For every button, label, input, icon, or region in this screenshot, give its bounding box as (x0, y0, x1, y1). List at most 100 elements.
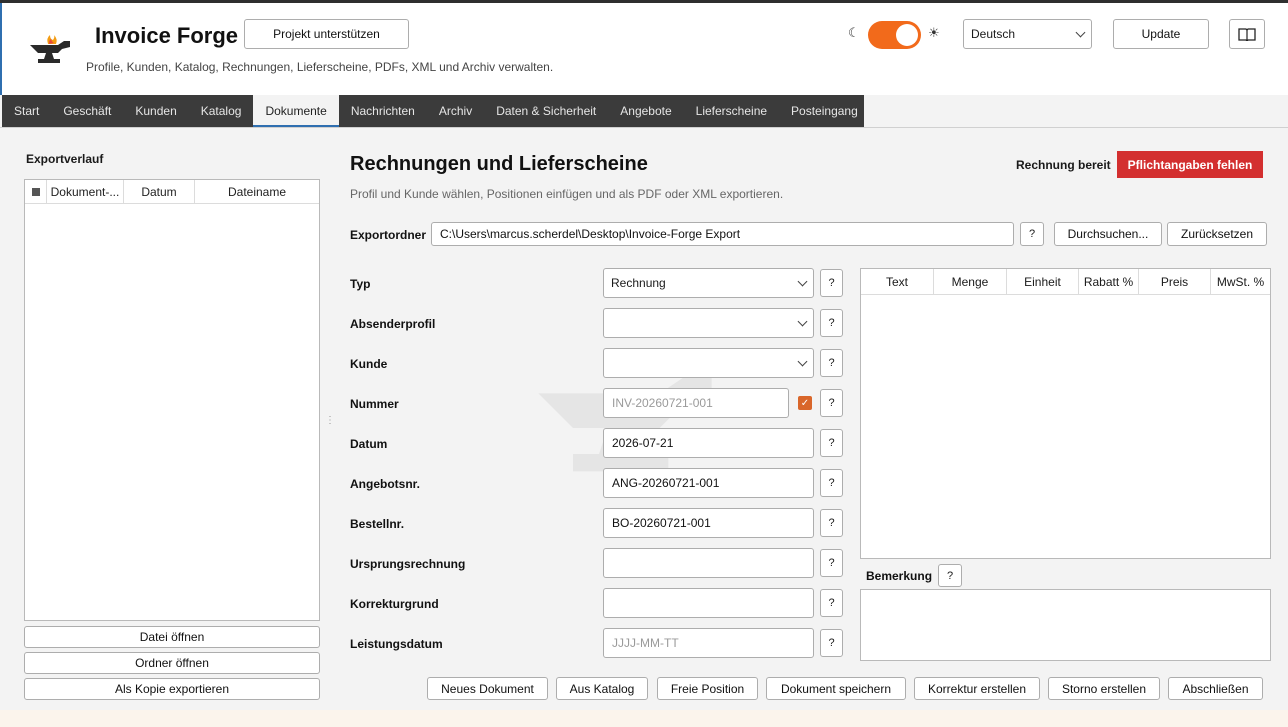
column-discount[interactable]: Rabatt % (1079, 269, 1139, 294)
sender-profile-label: Absenderprofil (350, 317, 436, 331)
order-number-field[interactable]: BO-20260721-001 (603, 508, 814, 538)
select-all-icon (31, 188, 40, 196)
theme-toggle[interactable] (868, 21, 921, 49)
customer-select[interactable] (603, 348, 814, 378)
tab-delivery-notes[interactable]: Lieferscheine (684, 95, 779, 127)
tab-customers[interactable]: Kunden (123, 95, 188, 127)
sender-profile-select[interactable] (603, 308, 814, 338)
language-select[interactable]: Deutsch (963, 19, 1092, 49)
create-correction-button[interactable]: Korrektur erstellen (914, 677, 1040, 700)
column-text[interactable]: Text (861, 269, 934, 294)
remark-label: Bemerkung (866, 569, 933, 583)
panel-splitter[interactable]: ⋮ (325, 416, 335, 426)
order-number-label: Bestellnr. (350, 517, 405, 531)
tab-archive[interactable]: Archiv (427, 95, 484, 127)
language-value: Deutsch (971, 27, 1016, 41)
column-vat[interactable]: MwSt. % (1211, 269, 1270, 294)
origin-invoice-label: Ursprungsrechnung (350, 557, 466, 571)
browse-button[interactable]: Durchsuchen... (1054, 222, 1162, 246)
tab-messages[interactable]: Nachrichten (339, 95, 427, 127)
save-document-button[interactable]: Dokument speichern (766, 677, 906, 700)
tab-documents[interactable]: Dokumente (253, 95, 340, 127)
select-all-column[interactable] (25, 180, 47, 204)
date-help-button[interactable]: ? (820, 429, 843, 457)
date-field[interactable]: 2026-07-21 (603, 428, 814, 458)
service-date-field[interactable]: JJJJ-MM-TT (603, 628, 814, 658)
app-header: Invoice Forge Profile, Kunden, Katalog, … (0, 3, 1288, 95)
export-folder-field[interactable]: C:\Users\marcus.scherdel\Desktop\Invoice… (431, 222, 1014, 246)
column-document[interactable]: Dokument-... (47, 180, 124, 204)
number-label: Nummer (350, 397, 399, 411)
free-position-button[interactable]: Freie Position (657, 677, 758, 700)
type-label: Typ (350, 277, 371, 291)
status-label: Rechnung bereit (1016, 158, 1111, 172)
type-help-button[interactable]: ? (820, 269, 843, 297)
export-folder-help-button[interactable]: ? (1020, 222, 1044, 246)
status-badge: Pflichtangaben fehlen (1117, 151, 1263, 178)
footer-strip (0, 710, 1288, 727)
remark-textarea[interactable] (860, 589, 1271, 661)
book-icon (1238, 28, 1256, 41)
tab-catalog[interactable]: Katalog (189, 95, 254, 127)
new-document-button[interactable]: Neues Dokument (427, 677, 548, 700)
from-catalog-button[interactable]: Aus Katalog (556, 677, 648, 700)
chevron-down-icon (797, 316, 808, 327)
positions-table[interactable]: Text Menge Einheit Rabatt % Preis MwSt. … (860, 268, 1271, 559)
finish-button[interactable]: Abschließen (1168, 677, 1263, 700)
support-project-button[interactable]: Projekt unterstützen (244, 19, 409, 49)
remark-help-button[interactable]: ? (938, 564, 962, 587)
origin-invoice-field[interactable] (603, 548, 814, 578)
tab-start[interactable]: Start (2, 95, 51, 127)
chevron-down-icon (797, 276, 808, 287)
export-folder-label: Exportordner (350, 228, 427, 242)
number-help-button[interactable]: ? (820, 389, 843, 417)
customer-label: Kunde (350, 357, 388, 371)
create-cancellation-button[interactable]: Storno erstellen (1048, 677, 1160, 700)
type-value: Rechnung (611, 276, 666, 290)
export-copy-button[interactable]: Als Kopie exportieren (24, 678, 320, 700)
column-quantity[interactable]: Menge (934, 269, 1007, 294)
tab-business[interactable]: Geschäft (51, 95, 123, 127)
tab-data-security[interactable]: Daten & Sicherheit (484, 95, 608, 127)
page-title: Rechnungen und Lieferscheine (350, 153, 648, 175)
sun-icon: ☀ (928, 25, 940, 40)
customer-help-button[interactable]: ? (820, 349, 843, 377)
auto-number-checkbox[interactable]: ✓ (798, 396, 812, 410)
moon-icon: ☾ (848, 25, 860, 40)
manual-button[interactable] (1229, 19, 1265, 49)
tab-divider (0, 127, 1288, 128)
page-subtitle: Profil und Kunde wählen, Positionen einf… (350, 187, 784, 201)
date-label: Datum (350, 437, 388, 451)
type-select[interactable]: Rechnung (603, 268, 814, 298)
offer-number-field[interactable]: ANG-20260721-001 (603, 468, 814, 498)
correction-reason-field[interactable] (603, 588, 814, 618)
column-unit[interactable]: Einheit (1007, 269, 1079, 294)
open-file-button[interactable]: Datei öffnen (24, 626, 320, 648)
column-price[interactable]: Preis (1139, 269, 1211, 294)
column-filename[interactable]: Dateiname (195, 180, 319, 204)
tab-inbox[interactable]: Posteingang (779, 95, 870, 127)
order-number-help-button[interactable]: ? (820, 509, 843, 537)
export-history-title: Exportverlauf (26, 152, 104, 166)
origin-invoice-help-button[interactable]: ? (820, 549, 843, 577)
open-folder-button[interactable]: Ordner öffnen (24, 652, 320, 674)
export-history-table[interactable]: Dokument-... Datum Dateiname (24, 179, 320, 621)
column-date[interactable]: Datum (124, 180, 195, 204)
tab-offers[interactable]: Angebote (608, 95, 683, 127)
service-date-label: Leistungsdatum (350, 637, 443, 651)
update-button[interactable]: Update (1113, 19, 1209, 49)
correction-reason-help-button[interactable]: ? (820, 589, 843, 617)
reset-button[interactable]: Zurücksetzen (1167, 222, 1267, 246)
correction-reason-label: Korrekturgrund (350, 597, 439, 611)
offer-number-label: Angebotsnr. (350, 477, 421, 491)
service-date-help-button[interactable]: ? (820, 629, 843, 657)
chevron-down-icon (1075, 27, 1086, 38)
export-history-header: Dokument-... Datum Dateiname (25, 180, 319, 204)
toggle-knob (896, 24, 918, 46)
number-field[interactable]: INV-20260721-001 (603, 388, 789, 418)
app-subtitle: Profile, Kunden, Katalog, Rechnungen, Li… (86, 60, 554, 74)
sender-help-button[interactable]: ? (820, 309, 843, 337)
chevron-down-icon (797, 356, 808, 367)
positions-header: Text Menge Einheit Rabatt % Preis MwSt. … (861, 269, 1270, 295)
offer-number-help-button[interactable]: ? (820, 469, 843, 497)
